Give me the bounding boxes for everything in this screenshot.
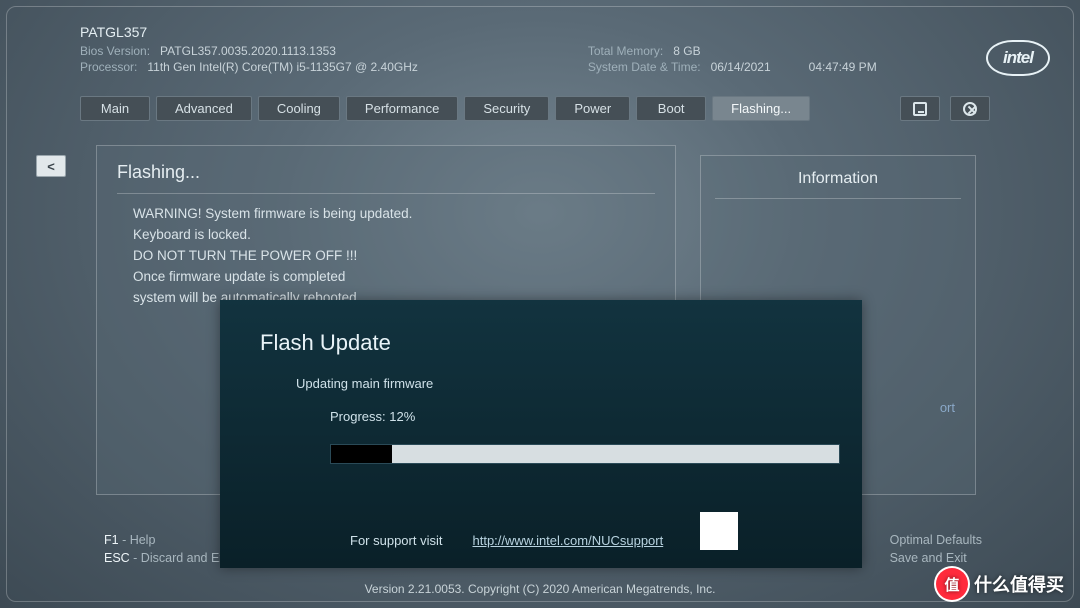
tab-performance[interactable]: Performance (346, 96, 458, 121)
time-value: 04:47:49 PM (809, 60, 877, 74)
progress-bar (330, 444, 840, 464)
watermark-badge-icon: 值 (936, 568, 968, 600)
tab-cooling[interactable]: Cooling (258, 96, 340, 121)
memory-value: 8 GB (673, 44, 700, 58)
date-value: 06/14/2021 (711, 60, 771, 74)
tab-power[interactable]: Power (555, 96, 630, 121)
copyright: Version 2.21.0053. Copyright (C) 2020 Am… (0, 582, 1080, 596)
info-port-text: ort (940, 400, 955, 415)
flash-update-dialog: Flash Update Updating main firmware Prog… (220, 300, 862, 568)
model-name: PATGL357 (80, 24, 980, 40)
processor-label: Processor: (80, 60, 137, 74)
dialog-status: Updating main firmware (296, 376, 822, 391)
hotkey-f1: F1 (104, 533, 119, 547)
tab-strip: Main Advanced Cooling Performance Securi… (80, 96, 810, 121)
warn-line-1: WARNING! System firmware is being update… (133, 204, 655, 225)
save-icon (913, 102, 927, 116)
footer-left: F1 - Help ESC - Discard and Exit (104, 531, 232, 569)
warn-line-2: Keyboard is locked. (133, 225, 655, 246)
info-title: Information (715, 170, 961, 199)
warn-line-3: DO NOT TURN THE POWER OFF !!! (133, 246, 655, 267)
warn-line-4: Once firmware update is completed (133, 267, 655, 288)
tab-security[interactable]: Security (464, 96, 549, 121)
intel-logo: intel (986, 40, 1050, 76)
dialog-title: Flash Update (260, 330, 822, 356)
bios-version-label: Bios Version: (80, 44, 150, 58)
back-button[interactable]: < (36, 155, 66, 177)
save-button[interactable] (900, 96, 940, 121)
processor-value: 11th Gen Intel(R) Core(TM) i5-1135G7 @ 2… (147, 60, 418, 74)
tab-main[interactable]: Main (80, 96, 150, 121)
watermark-text: 什么值得买 (974, 571, 1064, 597)
exit-button[interactable] (950, 96, 990, 121)
close-icon (963, 102, 977, 116)
watermark: 值 什么值得买 (936, 568, 1064, 600)
progress-rest (392, 445, 839, 463)
dialog-progress-label: Progress: 12% (330, 409, 822, 424)
spinner-icon (700, 512, 738, 550)
hotkey-f9-desc: Optimal Defaults (890, 533, 982, 547)
bios-version-value: PATGL357.0035.2020.1113.1353 (160, 44, 336, 58)
tab-boot[interactable]: Boot (636, 96, 706, 121)
tab-advanced[interactable]: Advanced (156, 96, 252, 121)
footer-right: Optimal Defaults Save and Exit (890, 531, 982, 569)
tab-flashing[interactable]: Flashing... (712, 96, 810, 121)
support-prefix: For support visit (350, 533, 442, 548)
panel-title: Flashing... (117, 162, 655, 194)
datetime-label: System Date & Time: (588, 60, 701, 74)
memory-label: Total Memory: (588, 44, 663, 58)
hotkey-f10-desc: Save and Exit (890, 551, 967, 565)
progress-fill (331, 445, 392, 463)
support-link[interactable]: http://www.intel.com/NUCsupport (472, 533, 663, 548)
header: PATGL357 Bios Version: PATGL357.0035.202… (80, 24, 980, 76)
hotkey-esc: ESC (104, 551, 130, 565)
toolbar (900, 96, 990, 121)
